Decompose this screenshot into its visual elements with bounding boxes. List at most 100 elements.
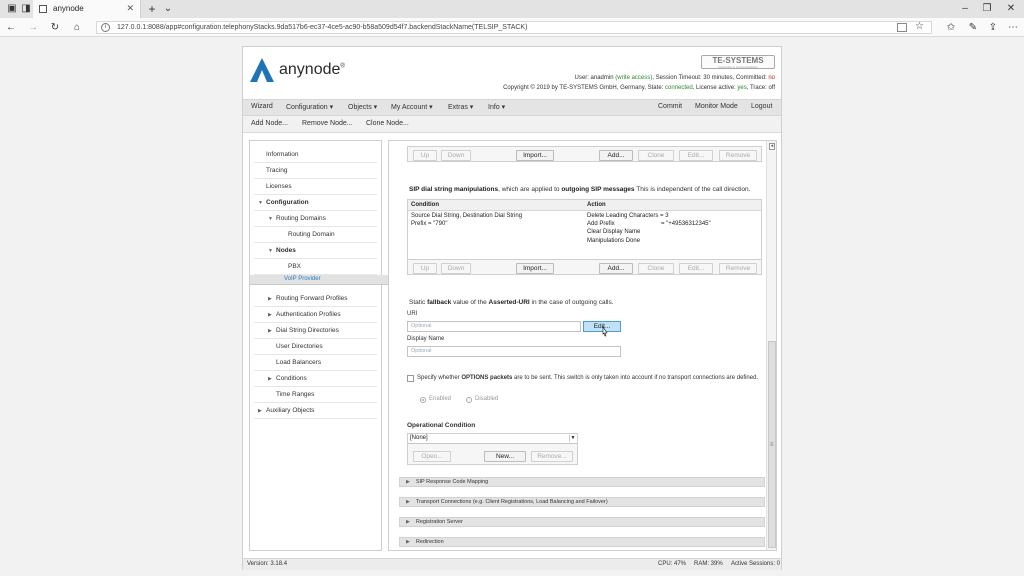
open-condition-button[interactable]: Open...	[413, 451, 451, 462]
edit-button[interactable]: Edit...	[679, 150, 713, 161]
up-button[interactable]: Up	[413, 150, 437, 161]
disabled-radio[interactable]	[466, 397, 472, 403]
nav-load-balancers[interactable]: Load Balancers	[254, 355, 377, 371]
favorites-icon[interactable]: ✩	[944, 21, 958, 34]
options-packets-checkbox[interactable]	[407, 375, 414, 382]
remove-button[interactable]: Remove	[719, 150, 757, 161]
nav-time-ranges[interactable]: Time Ranges	[254, 387, 377, 403]
url-field[interactable]: i 127.0.0.1:8088/app#configuration.telep…	[96, 21, 932, 34]
menu-info[interactable]: Info ▾	[488, 103, 505, 111]
url-text: 127.0.0.1:8088/app#configuration.telepho…	[117, 24, 528, 31]
nav-authentication-profiles[interactable]: ▶ Authentication Profiles	[254, 307, 377, 323]
menu-extras[interactable]: Extras ▾	[448, 103, 473, 111]
sessions-text: Active Sessions: 0	[731, 561, 781, 567]
tabs-aside-icon[interactable]: ◨	[20, 3, 32, 15]
nav-information[interactable]: Information	[254, 147, 377, 163]
remove-button[interactable]: Remove	[719, 263, 757, 274]
accordion-transport-connections[interactable]: ▶ Transport Connections (e.g. Client Regi…	[399, 497, 765, 507]
share-icon[interactable]: ⇪	[986, 21, 1000, 34]
clone-node-button[interactable]: Clone Node...	[366, 120, 409, 127]
expand-triangle-icon: ▶	[406, 519, 410, 525]
site-info-icon[interactable]: i	[101, 23, 110, 32]
close-tab-icon[interactable]: ✕	[126, 3, 134, 14]
nav-routing-forward-profiles[interactable]: ▶ Routing Forward Profiles	[254, 291, 377, 307]
operational-condition-title: Operational Condition	[407, 422, 476, 429]
refresh-icon[interactable]: ↻	[48, 21, 62, 34]
ram-text: RAM: 39%	[694, 561, 723, 567]
operational-condition-select[interactable]: [None] ▼	[408, 434, 577, 444]
menu-configuration[interactable]: Configuration ▾	[286, 103, 333, 111]
scrollbar-thumb[interactable]: ≡	[768, 341, 776, 548]
column-action: Action	[587, 202, 606, 208]
cpu-text: CPU: 47%	[658, 561, 687, 567]
expand-triangle-icon: ▶	[406, 499, 410, 505]
nav-conditions[interactable]: ▶ Conditions	[254, 371, 377, 387]
add-button[interactable]: Add...	[599, 263, 633, 274]
commit-button[interactable]: Commit	[658, 103, 682, 110]
uri-label: URI	[407, 311, 418, 317]
collapsed-triangle-icon: ▶	[268, 376, 272, 382]
anynode-logo-icon	[250, 58, 274, 82]
up-button[interactable]: Up	[413, 263, 437, 274]
minimize-icon[interactable]: –	[958, 2, 972, 16]
monitor-mode-button[interactable]: Monitor Mode	[695, 103, 738, 110]
tab-list-icon[interactable]: ⌄	[162, 3, 174, 15]
nav-user-directories[interactable]: User Directories	[254, 339, 377, 355]
edit-button[interactable]: Edit...	[679, 263, 713, 274]
nav-nodes[interactable]: ▼ Nodes	[254, 243, 377, 259]
accordion-redirection[interactable]: ▶ Redirection	[399, 537, 765, 547]
down-button[interactable]: Down	[441, 150, 471, 161]
nav-pbx[interactable]: PBX	[254, 259, 377, 275]
nav-dial-string-directories[interactable]: ▶ Dial String Directories	[254, 323, 377, 339]
operational-condition-box: [None] ▼ Open... New... Remove...	[407, 433, 578, 465]
notes-icon[interactable]: ✎	[966, 21, 980, 34]
close-window-icon[interactable]: ✕	[1004, 2, 1018, 16]
add-button[interactable]: Add...	[599, 150, 633, 161]
remove-node-button[interactable]: Remove Node...	[302, 120, 353, 127]
new-tab-icon[interactable]: +	[146, 3, 158, 15]
logout-button[interactable]: Logout	[751, 103, 772, 110]
new-condition-button[interactable]: New...	[484, 451, 526, 462]
menu-my-account[interactable]: My Account ▾	[391, 103, 433, 111]
import-button[interactable]: Import...	[516, 263, 554, 274]
enabled-label: Enabled	[429, 396, 452, 402]
sip-manipulation-description: SIP dial string manipulations, which are…	[409, 186, 751, 193]
tab-actions-icon[interactable]: ▣	[6, 3, 18, 15]
nav-routing-domain[interactable]: Routing Domain	[254, 227, 377, 243]
copyright-status-line: Copyright © 2019 by TE-SYSTEMS GmbH, Ger…	[503, 85, 775, 91]
nav-tracing[interactable]: Tracing	[254, 163, 377, 179]
action-line-2-value: = "+49536312345"	[661, 221, 711, 227]
table-row[interactable]: Source Dial String, Destination Dial Str…	[408, 211, 761, 261]
favorite-star-icon[interactable]: ☆	[915, 21, 924, 32]
forward-icon[interactable]: →	[26, 21, 40, 34]
remove-condition-button[interactable]: Remove...	[531, 451, 573, 462]
accordion-sip-response-code-mapping[interactable]: ▶ SIP Response Code Mapping	[399, 477, 765, 487]
reading-view-icon[interactable]	[897, 23, 907, 32]
add-node-button[interactable]: Add Node...	[251, 120, 288, 127]
down-button[interactable]: Down	[441, 263, 471, 274]
nav-routing-domains[interactable]: ▼ Routing Domains	[254, 211, 377, 227]
uri-input[interactable]: Optional	[407, 321, 581, 332]
nav-licenses[interactable]: Licenses	[254, 179, 377, 195]
nav-configuration[interactable]: ▼ Configuration	[254, 195, 377, 211]
enabled-radio[interactable]	[420, 397, 426, 403]
restore-icon[interactable]: ❐	[980, 2, 994, 16]
display-name-input[interactable]: Optional	[407, 346, 621, 357]
menu-objects[interactable]: Objects ▾	[348, 103, 377, 111]
collapsed-triangle-icon: ▶	[268, 328, 272, 334]
clone-button[interactable]: Clone	[638, 150, 674, 161]
node-toolbar: Add Node... Remove Node... Clone Node...	[243, 116, 781, 133]
back-icon[interactable]: ←	[4, 21, 18, 34]
main-scrollbar[interactable]: ◂ ≡	[766, 141, 776, 550]
home-icon[interactable]: ⌂	[70, 21, 84, 34]
nav-auxiliary-objects[interactable]: ▶ Auxiliary Objects	[254, 403, 377, 419]
scroll-up-icon[interactable]: ◂	[769, 143, 775, 150]
more-icon[interactable]: ⋯	[1006, 21, 1020, 34]
import-button[interactable]: Import...	[516, 150, 554, 161]
fallback-description: Static fallback value of the Asserted-UR…	[409, 299, 614, 306]
menu-wizard[interactable]: Wizard	[251, 103, 273, 110]
action-line-4: Manipulations Done	[587, 238, 641, 244]
browser-tab[interactable]: anynode ✕	[33, 0, 141, 18]
clone-button[interactable]: Clone	[638, 263, 674, 274]
accordion-registration-server[interactable]: ▶ Registration Server	[399, 517, 765, 527]
